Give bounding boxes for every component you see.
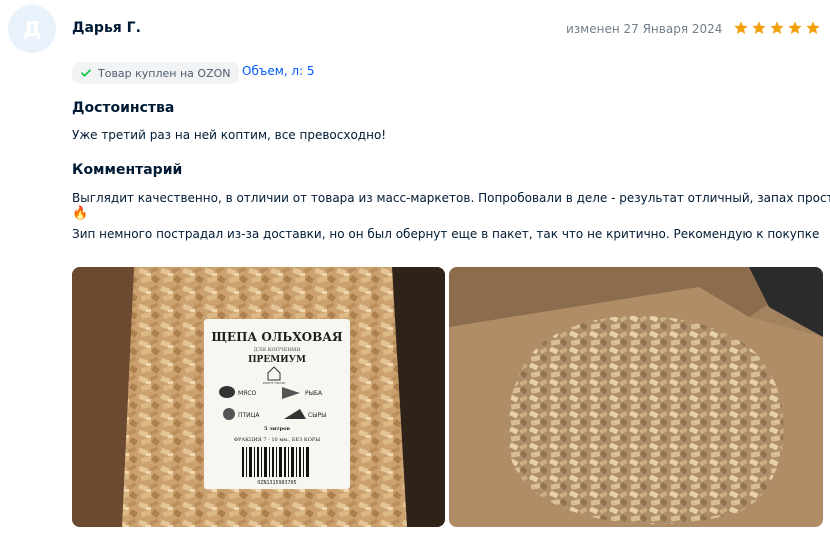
- review-photo-1[interactable]: ЩЕПА ОЛЬХОВАЯ ДЛЯ КОПЧЕНИЯ ПРЕМИУМ PROFI…: [72, 267, 445, 527]
- comment-line-1: Выглядит качественно, в отличии от товар…: [72, 191, 830, 205]
- wood-chips-pile-image: [449, 267, 823, 527]
- label-code: OZN1315983705: [257, 480, 296, 486]
- label-brand: PROFIT HOUSE: [263, 381, 285, 385]
- avatar-letter: Д: [23, 17, 41, 41]
- avatar: Д: [8, 5, 56, 53]
- review-date: изменен 27 Января 2024: [566, 22, 723, 36]
- verified-label: Товар куплен на OZON: [98, 66, 231, 80]
- fire-emoji: 🔥: [72, 206, 89, 221]
- comment-title: Комментарий: [72, 162, 183, 178]
- label-item-2: РЫБА: [305, 390, 323, 397]
- star-icon: [734, 21, 748, 34]
- wood-chips-bag-image: ЩЕПА ОЛЬХОВАЯ ДЛЯ КОПЧЕНИЯ ПРЕМИУМ PROFI…: [72, 267, 445, 527]
- label-fraction: ФРАКЦИЯ 7 - 10 мм., БЕЗ КОРЫ: [234, 437, 320, 443]
- rating-stars: [733, 20, 821, 36]
- poultry-icon: [223, 408, 235, 420]
- comment-line-2: Зип немного пострадал из-за доставки, но…: [72, 227, 820, 241]
- meat-icon: [219, 386, 235, 398]
- star-icon: [752, 21, 766, 34]
- label-volume: 5 литров: [264, 426, 290, 432]
- star-icon: [788, 21, 802, 34]
- pros-title: Достоинства: [72, 100, 175, 116]
- label-grade: ПРЕМИУМ: [248, 355, 306, 365]
- star-icon: [770, 21, 784, 34]
- star-icon: [806, 21, 820, 34]
- label-subtitle: ДЛЯ КОПЧЕНИЯ: [254, 347, 300, 353]
- variant-link[interactable]: Объем, л: 5: [242, 64, 315, 78]
- pros-text: Уже третий раз на ней коптим, все превос…: [72, 128, 387, 142]
- label-item-4: СЫРЫ: [308, 412, 326, 419]
- label-item-1: МЯСО: [238, 390, 257, 397]
- label-title: ЩЕПА ОЛЬХОВАЯ: [211, 330, 343, 344]
- label-item-3: ПТИЦА: [238, 412, 260, 419]
- verified-purchase-badge: Товар куплен на OZON: [72, 62, 239, 84]
- review-photo-2[interactable]: [449, 267, 823, 527]
- check-icon: [81, 69, 91, 77]
- author-name[interactable]: Дарья Г.: [72, 20, 141, 36]
